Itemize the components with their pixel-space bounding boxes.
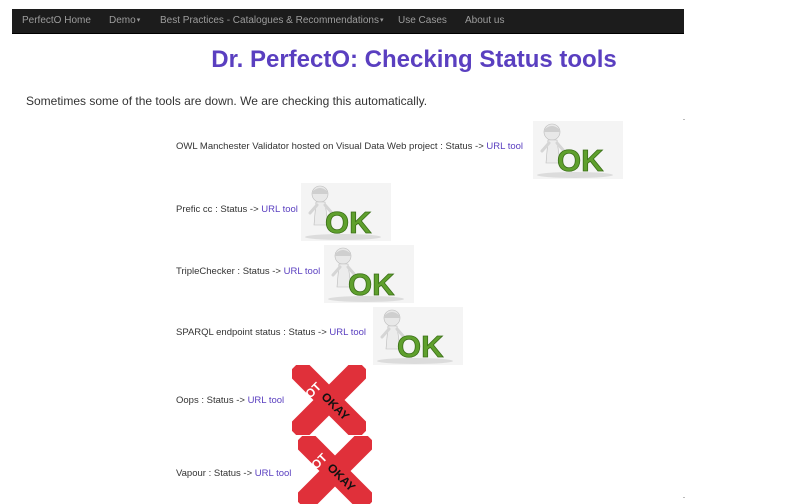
- ok-status-icon: OK: [324, 245, 414, 303]
- status-label: : Status ->: [280, 327, 330, 338]
- nav-home-label: PerfectO Home: [22, 15, 91, 26]
- tool-status-vapour: Vapour : Status -> URL tool: [176, 468, 291, 479]
- top-navbar: PerfectO Home Demo▾ Best Practices - Cat…: [12, 9, 684, 34]
- nav-use-cases-label: Use Cases: [398, 15, 447, 26]
- status-label: : Status ->: [205, 468, 255, 479]
- status-label: : Status ->: [212, 204, 262, 215]
- ok-status-icon: OK: [373, 307, 463, 365]
- ok-status-icon: OK: [533, 121, 623, 179]
- url-tool-link[interactable]: URL tool: [284, 266, 321, 277]
- caret-down-icon: ▾: [136, 17, 141, 24]
- tool-name: TripleChecker: [176, 266, 235, 277]
- ok-status-icon: OK: [301, 183, 391, 241]
- nav-demo-label: Demo: [109, 15, 136, 26]
- url-tool-link[interactable]: URL tool: [255, 468, 292, 479]
- tool-name: OWL Manchester Validator hosted on Visua…: [176, 141, 438, 152]
- nav-best-practices-dropdown[interactable]: Best Practices - Catalogues & Recommenda…: [160, 9, 384, 33]
- nav-use-cases[interactable]: Use Cases: [398, 9, 447, 33]
- ok-badge-text: OK: [325, 205, 372, 240]
- nav-best-practices-label: Best Practices - Catalogues & Recommenda…: [160, 15, 379, 26]
- status-label: : Status ->: [437, 141, 487, 152]
- tool-status-prefix-cc: Prefic cc : Status -> URL tool: [176, 204, 298, 215]
- divider-dot: [683, 497, 685, 498]
- intro-text: Sometimes some of the tools are down. We…: [26, 94, 428, 108]
- url-tool-link[interactable]: URL tool: [329, 327, 366, 338]
- nav-about-us[interactable]: About us: [465, 9, 504, 33]
- url-tool-link[interactable]: URL tool: [248, 395, 285, 406]
- caret-down-icon: ▾: [380, 17, 384, 24]
- ok-badge-text: OK: [557, 143, 604, 178]
- tool-status-owl-manchester: OWL Manchester Validator hosted on Visua…: [176, 141, 523, 152]
- status-label: : Status ->: [234, 266, 284, 277]
- url-tool-link[interactable]: URL tool: [486, 141, 523, 152]
- not-okay-status-icon: #NOT OKAY: [292, 365, 366, 435]
- nav-about-us-label: About us: [465, 15, 505, 26]
- tool-status-sparql-endpoint: SPARQL endpoint status : Status -> URL t…: [176, 327, 366, 338]
- status-label: : Status ->: [198, 395, 248, 406]
- divider-dot: [683, 119, 685, 120]
- not-okay-status-icon: #NOT OKAY: [298, 436, 372, 504]
- url-tool-link[interactable]: URL tool: [261, 204, 298, 215]
- tool-name: Vapour: [176, 468, 206, 479]
- tool-status-triplechecker: TripleChecker : Status -> URL tool: [176, 266, 320, 277]
- tool-status-oops: Oops : Status -> URL tool: [176, 395, 284, 406]
- tool-name: Prefic cc: [176, 204, 213, 215]
- ok-badge-text: OK: [397, 329, 444, 364]
- tool-name: Oops: [176, 395, 199, 406]
- nav-demo-dropdown[interactable]: Demo▾: [109, 9, 140, 33]
- ok-badge-text: OK: [348, 267, 395, 302]
- page-title: Dr. PerfectO: Checking Status tools: [211, 46, 617, 73]
- tool-name: SPARQL endpoint status: [176, 327, 281, 338]
- nav-home[interactable]: PerfectO Home: [22, 9, 91, 33]
